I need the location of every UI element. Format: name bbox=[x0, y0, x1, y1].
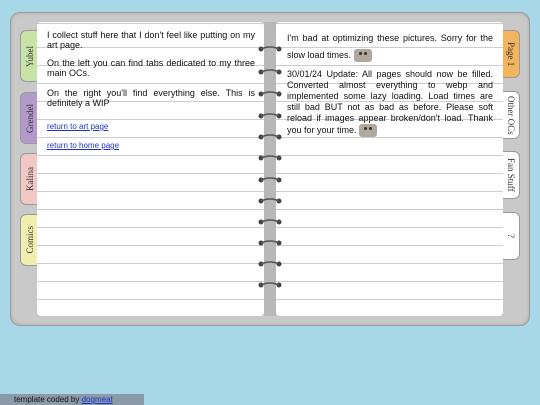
footer-credit: template coded by dogmeat bbox=[0, 394, 144, 405]
ring-icon bbox=[258, 282, 282, 288]
footer-link[interactable]: dogmeat bbox=[82, 395, 113, 404]
cat-icon bbox=[359, 124, 378, 137]
tab-question[interactable]: ? bbox=[503, 212, 520, 260]
tab-comics-label: Comics bbox=[24, 226, 35, 254]
tab-other-ocs-label: Other OCs bbox=[506, 95, 516, 135]
tab-yubel[interactable]: Yubel bbox=[20, 30, 38, 82]
ring-icon bbox=[258, 219, 282, 225]
ring-icon bbox=[258, 46, 282, 52]
ring-icon bbox=[258, 155, 282, 161]
right-tabs-text: On the right you'll find everything else… bbox=[47, 88, 255, 108]
ring-icon bbox=[258, 91, 282, 97]
update-note: 30/01/24 Update: All pages should now be… bbox=[287, 69, 493, 135]
tab-fan-stuff[interactable]: Fan Stuff bbox=[503, 151, 520, 199]
cat-icon bbox=[353, 49, 372, 63]
tab-page-1-label: Page 1 bbox=[506, 41, 516, 67]
tab-page-1[interactable]: Page 1 bbox=[503, 30, 520, 78]
tab-grendel-label: Grendel bbox=[24, 103, 35, 133]
binder-spine bbox=[264, 22, 276, 316]
left-tabs-text: On the left you can find tabs dedicated … bbox=[47, 58, 255, 78]
tab-comics[interactable]: Comics bbox=[20, 214, 38, 266]
tab-grendel[interactable]: Grendel bbox=[20, 92, 38, 144]
ring-icon bbox=[258, 261, 282, 267]
ring-icon bbox=[258, 198, 282, 204]
tab-fan-stuff-label: Fan Stuff bbox=[506, 158, 516, 192]
ring-icon bbox=[258, 240, 282, 246]
home-page-link[interactable]: return to home page bbox=[47, 141, 119, 150]
tab-kalina[interactable]: Kalina bbox=[20, 153, 38, 205]
intro-text: I collect stuff here that I don't feel l… bbox=[47, 30, 255, 50]
ring-icon bbox=[258, 69, 282, 75]
ring-icon bbox=[258, 113, 282, 119]
tab-other-ocs[interactable]: Other OCs bbox=[503, 91, 520, 139]
tab-kalina-label: Kalina bbox=[24, 167, 35, 191]
optimization-note: I'm bad at optimizing these pictures. So… bbox=[287, 33, 493, 60]
ring-icon bbox=[258, 134, 282, 140]
right-page bbox=[276, 22, 503, 316]
footer-text: template coded by bbox=[14, 395, 80, 404]
ring-icon bbox=[258, 177, 282, 183]
art-page-link[interactable]: return to art page bbox=[47, 122, 108, 131]
tab-yubel-label: Yubel bbox=[24, 45, 35, 67]
tab-question-label: ? bbox=[506, 234, 516, 238]
